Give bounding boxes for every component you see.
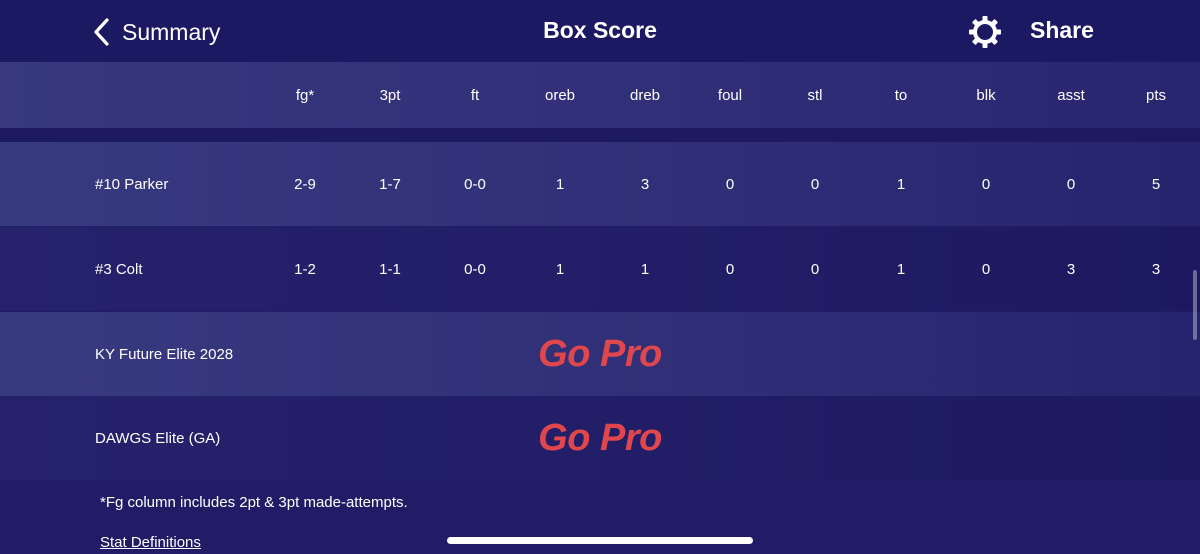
stat-stl: 0 [810, 260, 820, 278]
col-header-3pt: 3pt [379, 86, 401, 104]
stat-pts: 5 [1151, 175, 1161, 193]
page-title: Box Score [543, 17, 657, 43]
col-header-blk: blk [976, 86, 996, 104]
stat-asst: 3 [1066, 260, 1076, 278]
team-row: KY Future Elite 2028 Go Pro [0, 312, 1200, 396]
stat-definitions-link[interactable]: Stat Definitions [100, 534, 201, 551]
fg-footnote: *Fg column includes 2pt & 3pt made-attem… [100, 494, 408, 511]
stat-dreb: 1 [640, 260, 650, 278]
stat-3pt: 1-7 [379, 175, 401, 193]
col-header-stl: stl [807, 86, 823, 104]
stat-fg: 2-9 [294, 175, 316, 193]
stat-blk: 0 [981, 260, 991, 278]
stat-foul: 0 [725, 260, 735, 278]
stat-to: 1 [896, 260, 906, 278]
stat-oreb: 1 [555, 260, 565, 278]
stat-stl: 0 [810, 175, 820, 193]
col-header-ft: ft [470, 86, 480, 104]
scrollbar[interactable] [1193, 270, 1197, 340]
player-row[interactable]: #3 Colt 1-2 1-1 0-0 1 1 0 0 1 0 3 3 [0, 227, 1200, 311]
stat-ft: 0-0 [464, 175, 486, 193]
col-header-fg: fg* [295, 86, 315, 104]
player-name: #3 Colt [95, 260, 143, 278]
stat-asst: 0 [1066, 175, 1076, 193]
col-header-dreb: dreb [629, 86, 661, 104]
team-row: DAWGS Elite (GA) Go Pro [0, 396, 1200, 480]
stat-to: 1 [896, 175, 906, 193]
gear-icon[interactable] [967, 14, 1003, 50]
home-indicator[interactable] [447, 537, 753, 544]
stat-ft: 0-0 [464, 260, 486, 278]
share-button[interactable]: Share [1030, 17, 1094, 44]
col-header-oreb: oreb [544, 86, 576, 104]
go-pro-button[interactable]: Go Pro [0, 396, 1200, 480]
col-header-to: to [894, 86, 908, 104]
stat-dreb: 3 [640, 175, 650, 193]
header-divider [0, 128, 1200, 142]
stat-3pt: 1-1 [379, 260, 401, 278]
col-header-asst: asst [1057, 86, 1085, 104]
stat-foul: 0 [725, 175, 735, 193]
go-pro-button[interactable]: Go Pro [0, 312, 1200, 396]
stat-blk: 0 [981, 175, 991, 193]
stat-fg: 1-2 [294, 260, 316, 278]
stat-oreb: 1 [555, 175, 565, 193]
stat-pts: 3 [1151, 260, 1161, 278]
col-header-foul: foul [717, 86, 743, 104]
nav-bar: Summary Box Score Share [0, 0, 1200, 62]
player-row[interactable]: #10 Parker 2-9 1-7 0-0 1 3 0 0 1 0 0 5 [0, 142, 1200, 226]
column-header-row: fg* 3pt ft oreb dreb foul stl to blk ass… [0, 62, 1200, 128]
player-name: #10 Parker [95, 175, 169, 193]
col-header-pts: pts [1145, 86, 1166, 104]
